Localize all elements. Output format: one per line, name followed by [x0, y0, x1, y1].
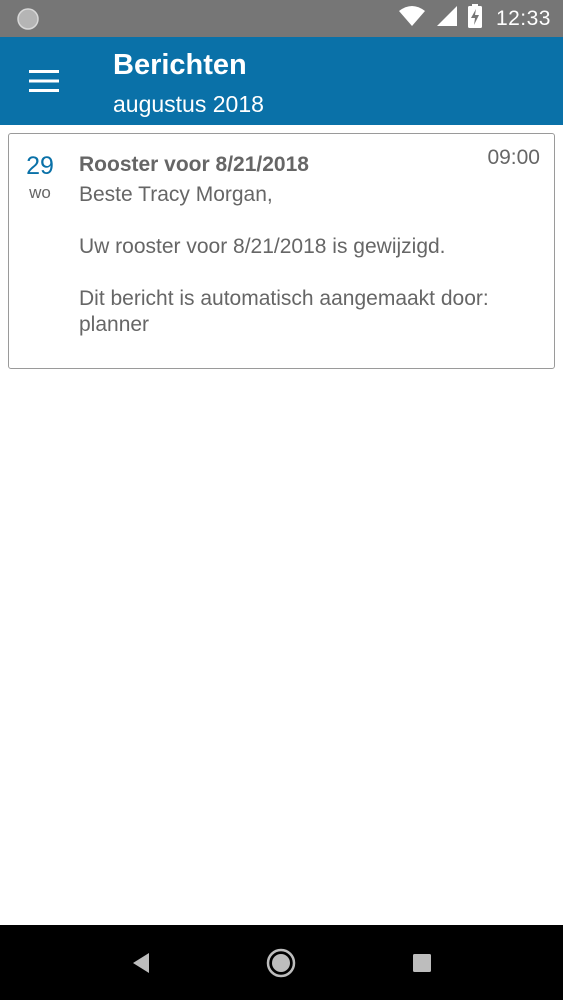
back-icon	[133, 953, 149, 973]
navigation-bar	[0, 925, 563, 1000]
page-subtitle: augustus 2018	[113, 91, 264, 117]
message-line: Dit bericht is automatisch aangemaakt do…	[79, 287, 489, 310]
signal-icon	[436, 5, 458, 32]
recents-icon	[413, 954, 431, 972]
message-day: 29	[26, 152, 54, 180]
message-subject: Rooster voor 8/21/2018	[79, 153, 309, 176]
menu-button[interactable]	[18, 59, 70, 103]
back-button[interactable]	[120, 942, 162, 984]
home-icon	[266, 948, 296, 978]
hamburger-menu-icon	[29, 70, 59, 92]
message-greeting: Beste Tracy Morgan,	[79, 183, 273, 206]
page-title: Berichten	[113, 49, 247, 81]
screen: 12:33 Berichten augustus 2018 29 wo 09:0…	[0, 0, 563, 1000]
message-list: 29 wo 09:00 Rooster voor 8/21/2018 Beste…	[0, 125, 563, 925]
status-time: 12:33	[495, 6, 551, 30]
message-weekday: wo	[29, 183, 51, 202]
recents-button[interactable]	[401, 942, 443, 984]
notification-dot-icon	[17, 8, 39, 30]
status-icons: 12:33	[398, 0, 551, 37]
message-time: 09:00	[487, 146, 540, 169]
message-line: planner	[79, 313, 150, 336]
message-card[interactable]: 29 wo 09:00 Rooster voor 8/21/2018 Beste…	[8, 133, 555, 369]
app-bar: Berichten augustus 2018	[0, 37, 563, 125]
wifi-icon	[398, 5, 426, 32]
message-body: Beste Tracy Morgan, Uw rooster voor 8/21…	[79, 182, 499, 338]
home-button[interactable]	[260, 942, 302, 984]
battery-charging-icon	[467, 4, 482, 33]
status-bar: 12:33	[0, 0, 563, 37]
message-line: Uw rooster voor 8/21/2018 is gewijzigd.	[79, 235, 446, 258]
